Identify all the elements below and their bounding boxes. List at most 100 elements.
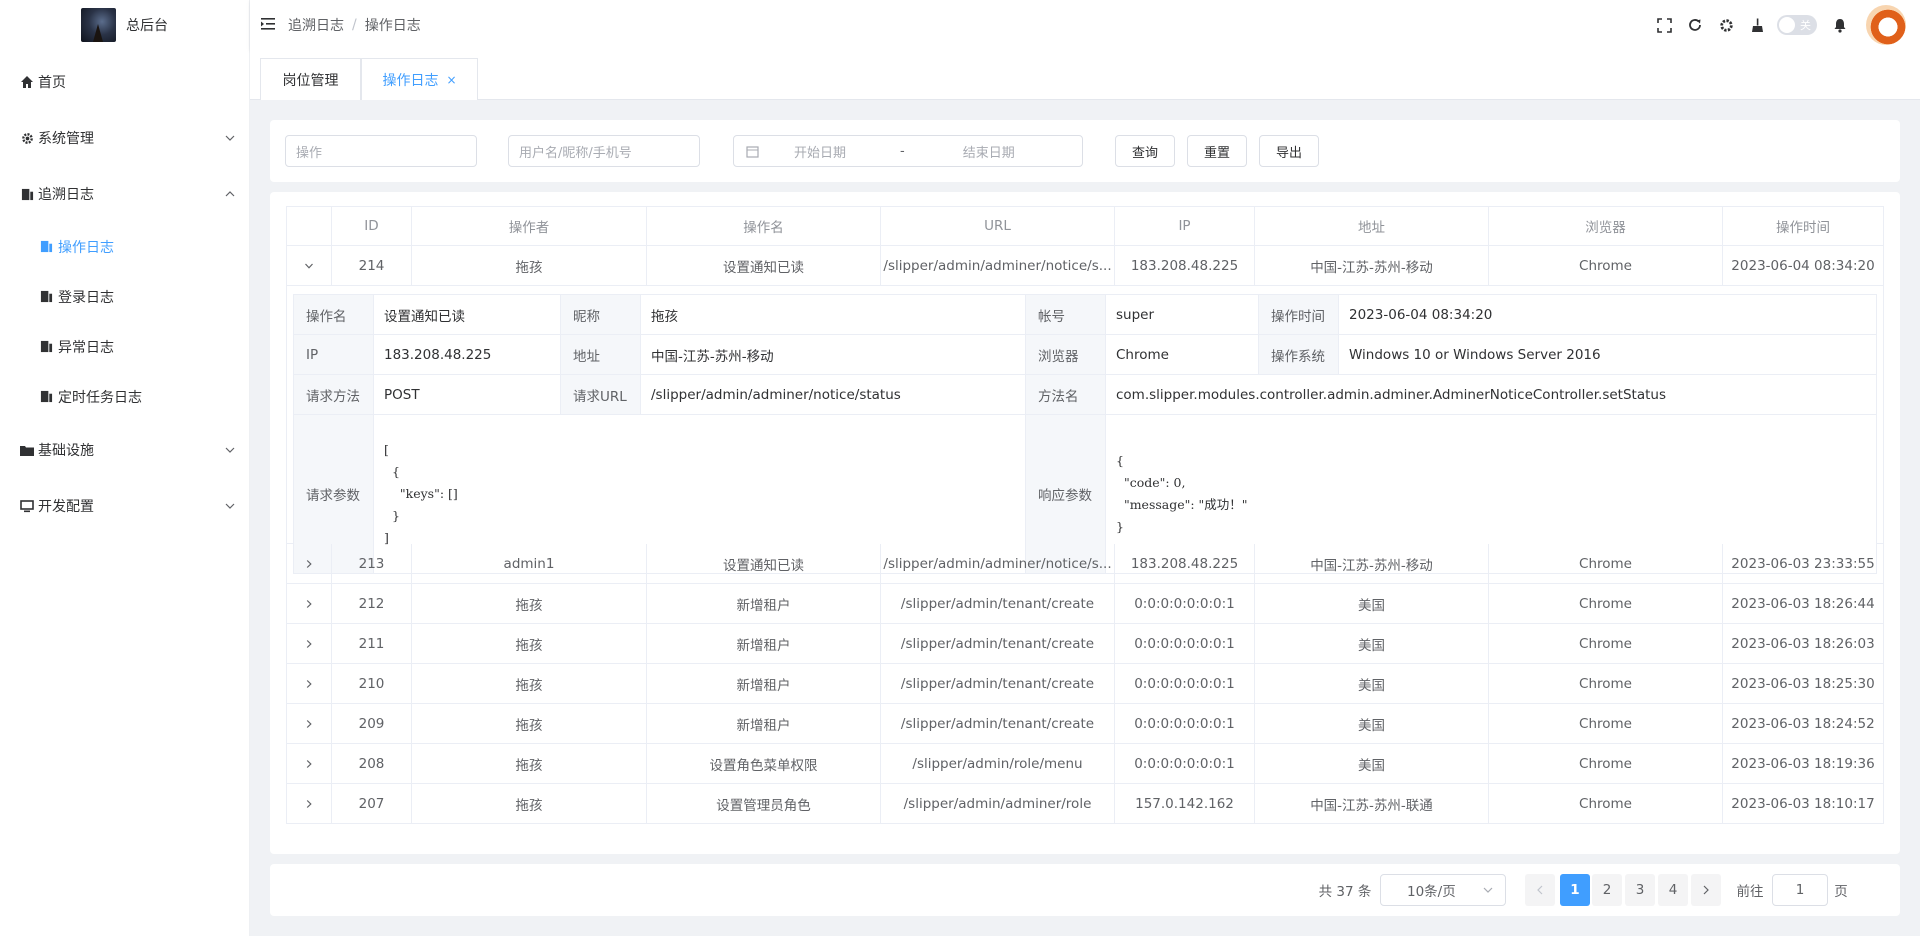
expand-toggle[interactable] bbox=[286, 584, 332, 623]
table-row[interactable]: 208 拖孩 设置角色菜单权限/slipper/admin/role/menu 0:0… bbox=[286, 744, 1884, 784]
broom-icon[interactable] bbox=[1749, 17, 1765, 33]
cell-url: /slipper/admin/adminer/role bbox=[881, 784, 1115, 823]
detail-label: 请求URL bbox=[561, 375, 641, 414]
cell-browser: Chrome bbox=[1489, 624, 1723, 663]
detail-label: 操作时间 bbox=[1259, 295, 1339, 334]
user-search-input[interactable]: 用户名/昵称/手机号 bbox=[508, 135, 700, 167]
table-row[interactable]: 211 拖孩 新增租户/slipper/admin/tenant/create 0:0… bbox=[286, 624, 1884, 664]
sidebar-item-system[interactable]: 系统管理 bbox=[0, 110, 249, 166]
table-row[interactable]: 209 拖孩 新增租户/slipper/admin/tenant/create 0:0… bbox=[286, 704, 1884, 744]
header-cell-expand bbox=[286, 207, 332, 245]
header-cell-id: ID bbox=[332, 207, 412, 245]
cell-operation: 新增租户 bbox=[647, 704, 881, 743]
page-button-1[interactable]: 1 bbox=[1560, 874, 1590, 906]
cell-id: 211 bbox=[332, 624, 412, 663]
calendar-icon bbox=[746, 145, 760, 158]
cell-operator: 拖孩 bbox=[412, 664, 647, 703]
top-header: 追溯日志 / 操作日志 关 bbox=[250, 0, 1920, 50]
expanded-detail: 操作名 设置通知已读 昵称 拖孩 帐号 super 操作时间 2023-06-0… bbox=[286, 286, 1884, 574]
sidebar-subitem-operation-log[interactable]: 操作日志 bbox=[0, 222, 249, 272]
tags-view: 岗位管理 操作日志 × bbox=[250, 50, 1920, 100]
gear-icon[interactable] bbox=[1718, 17, 1734, 33]
chevron-right-icon bbox=[304, 759, 314, 769]
tab-position-management[interactable]: 岗位管理 bbox=[260, 58, 361, 100]
expand-toggle[interactable] bbox=[286, 744, 332, 783]
cell-time: 2023-06-03 18:19:36 bbox=[1723, 744, 1884, 783]
page-button-2[interactable]: 2 bbox=[1592, 874, 1622, 906]
sidebar-item-dev-config[interactable]: 开发配置 bbox=[0, 478, 249, 534]
cell-id: 209 bbox=[332, 704, 412, 743]
logo-image bbox=[81, 8, 116, 42]
bell-icon[interactable] bbox=[1832, 17, 1848, 33]
sidebar-item-home[interactable]: 首页 bbox=[0, 54, 249, 110]
close-icon[interactable]: × bbox=[446, 73, 456, 87]
cell-time: 2023-06-03 18:10:17 bbox=[1723, 784, 1884, 823]
cell-operation: 新增租户 bbox=[647, 664, 881, 703]
expand-toggle[interactable] bbox=[286, 784, 332, 823]
table-row[interactable]: 207 拖孩 设置管理员角色/slipper/admin/adminer/role 1… bbox=[286, 784, 1884, 824]
query-button[interactable]: 查询 bbox=[1115, 135, 1175, 167]
avatar[interactable] bbox=[1866, 5, 1906, 45]
sidebar-subitem-job-log[interactable]: 定时任务日志 bbox=[0, 372, 249, 422]
cell-browser: Chrome bbox=[1489, 664, 1723, 703]
detail-descriptions: 操作名 设置通知已读 昵称 拖孩 帐号 super 操作时间 2023-06-0… bbox=[293, 294, 1877, 574]
table-row[interactable]: 212 拖孩 新增租户/slipper/admin/tenant/create 0:0… bbox=[286, 584, 1884, 624]
cell-id: 207 bbox=[332, 784, 412, 823]
date-range-picker[interactable]: 开始日期 - 结束日期 bbox=[733, 135, 1083, 167]
detail-value: Windows 10 or Windows Server 2016 bbox=[1339, 335, 1876, 374]
table-row[interactable]: 213 admin1 设置通知已读/slipper/admin/adminer/no… bbox=[286, 544, 1884, 584]
cell-operation: 新增租户 bbox=[647, 624, 881, 663]
expand-toggle[interactable] bbox=[286, 624, 332, 663]
expand-toggle[interactable] bbox=[286, 664, 332, 703]
page-suffix: 页 bbox=[1834, 884, 1848, 900]
breadcrumb-item[interactable]: 追溯日志 bbox=[288, 15, 344, 35]
tab-operation-log[interactable]: 操作日志 × bbox=[361, 58, 478, 100]
page-size-value: 10条/页 bbox=[1407, 884, 1456, 900]
start-date-input[interactable]: 开始日期 bbox=[794, 142, 846, 161]
detail-value: 拖孩 bbox=[641, 295, 1026, 334]
menu-toggle-icon[interactable] bbox=[260, 17, 276, 33]
table-row[interactable]: 210 拖孩 新增租户/slipper/admin/tenant/create 0:0… bbox=[286, 664, 1884, 704]
export-button[interactable]: 导出 bbox=[1259, 135, 1319, 167]
detail-label: IP bbox=[294, 335, 374, 374]
response-params-code: { "code": 0, "message": "成功！" } bbox=[1116, 453, 1248, 534]
cell-ip: 0:0:0:0:0:0:0:1 bbox=[1115, 584, 1255, 623]
reset-button[interactable]: 重置 bbox=[1187, 135, 1247, 167]
next-page-button[interactable] bbox=[1691, 874, 1721, 906]
theme-toggle[interactable]: 关 bbox=[1777, 15, 1817, 35]
gear-icon bbox=[20, 131, 34, 145]
cell-ip: 0:0:0:0:0:0:0:1 bbox=[1115, 624, 1255, 663]
sidebar-subitem-exception-log[interactable]: 异常日志 bbox=[0, 322, 249, 372]
sidebar-subitem-login-log[interactable]: 登录日志 bbox=[0, 272, 249, 322]
sidebar-item-label: 追溯日志 bbox=[38, 187, 94, 203]
detail-value: 中国-江苏-苏州-移动 bbox=[641, 335, 1026, 374]
page-button-4[interactable]: 4 bbox=[1658, 874, 1688, 906]
cell-time: 2023-06-03 18:25:30 bbox=[1723, 664, 1884, 703]
pagination-total: 共 37 条 bbox=[1318, 884, 1372, 900]
sidebar-item-infrastructure[interactable]: 基础设施 bbox=[0, 422, 249, 478]
sidebar-subitem-label: 定时任务日志 bbox=[58, 390, 142, 406]
log-icon bbox=[40, 390, 54, 404]
chevron-right-icon bbox=[304, 799, 314, 809]
fullscreen-icon[interactable] bbox=[1656, 17, 1672, 33]
table-row[interactable]: 214 拖孩 设置通知已读 /slipper/admin/adminer/not… bbox=[286, 246, 1884, 286]
expand-toggle[interactable] bbox=[286, 544, 332, 583]
expand-toggle[interactable] bbox=[286, 704, 332, 743]
sidebar-item-trace-log[interactable]: 追溯日志 bbox=[0, 166, 249, 222]
prev-page-button[interactable] bbox=[1525, 874, 1555, 906]
goto-page-input[interactable]: 1 bbox=[1772, 874, 1828, 906]
header-cell-time: 操作时间 bbox=[1723, 207, 1884, 245]
detail-label: 方法名 bbox=[1026, 375, 1106, 414]
page-button-3[interactable]: 3 bbox=[1625, 874, 1655, 906]
end-date-input[interactable]: 结束日期 bbox=[963, 142, 1015, 161]
page-size-select[interactable]: 10条/页 bbox=[1380, 874, 1506, 906]
sidebar-item-label: 基础设施 bbox=[38, 443, 94, 459]
cell-url: /slipper/admin/tenant/create bbox=[881, 664, 1115, 703]
chevron-right-icon bbox=[304, 639, 314, 649]
operation-input[interactable]: 操作 bbox=[285, 135, 477, 167]
refresh-icon[interactable] bbox=[1687, 17, 1703, 33]
cell-url: /slipper/admin/role/menu bbox=[881, 744, 1115, 783]
collapse-toggle[interactable] bbox=[286, 246, 332, 285]
detail-value: Chrome bbox=[1106, 335, 1259, 374]
chevron-down-icon bbox=[225, 501, 235, 511]
